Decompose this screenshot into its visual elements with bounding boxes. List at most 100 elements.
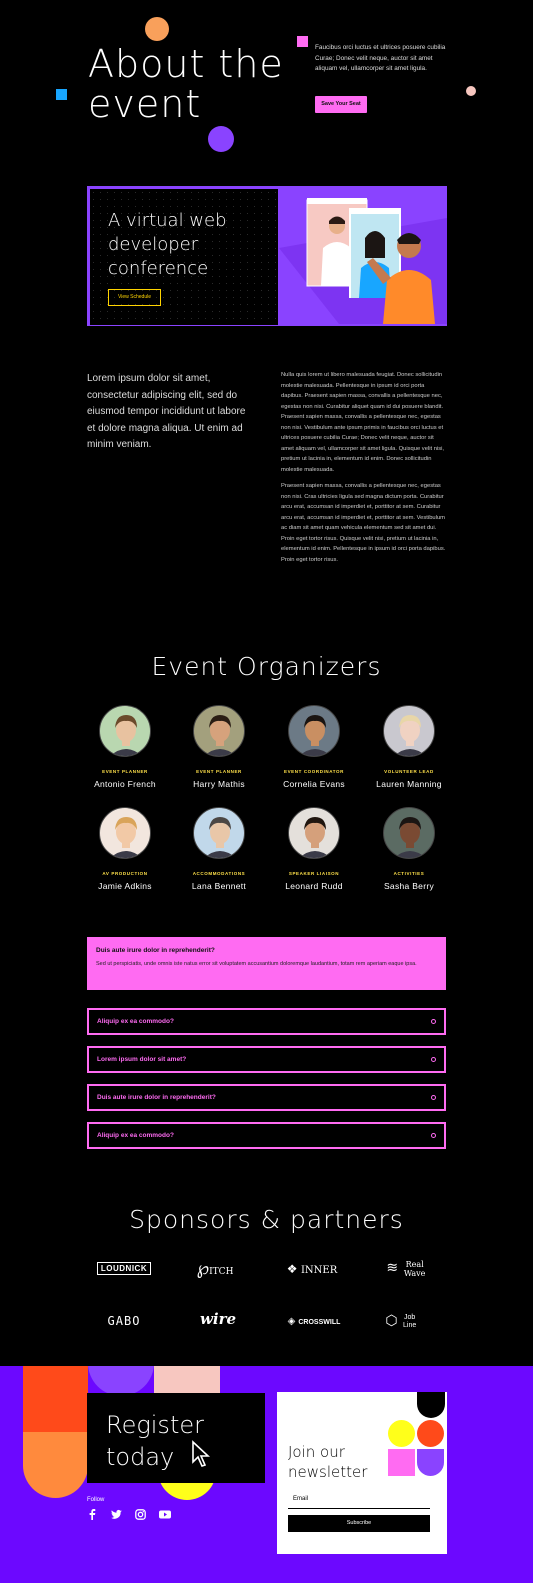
view-schedule-button[interactable]: View Schedule (108, 289, 161, 306)
deco-peach-circle (466, 86, 476, 96)
sponsor-logo-jobline[interactable]: ⬡ Job Line (357, 1312, 447, 1330)
faq-item-open[interactable]: Duis aute irure dolor in reprehenderit? … (87, 937, 446, 990)
faq-item[interactable]: Aliquip ex ea commodo? (87, 1008, 446, 1035)
twitter-icon[interactable] (111, 1509, 122, 1520)
avatar (99, 705, 151, 757)
save-seat-button[interactable]: Save Your Seat (315, 96, 367, 113)
faq-question: Duis aute irure dolor in reprehenderit? (97, 1094, 216, 1101)
crosswill-icon: ◈ (287, 1316, 296, 1327)
organizers-grid: EVENT PLANNER Antonio French EVENT PLANN… (0, 705, 533, 895)
logo-text: ITCH (209, 1267, 234, 1277)
hexagon-icon: ⬡ (385, 1312, 398, 1328)
organizer-card: AV PRODUCTION Jamie Adkins (80, 807, 170, 891)
intro-paragraph-1: Nulla quis lorem ut libero malesuada feu… (281, 372, 445, 473)
avatar (383, 807, 435, 859)
organizer-card: ACCOMMODATIONS Lana Bennett (174, 807, 264, 891)
avatar (193, 705, 245, 757)
faq-toggle-icon[interactable] (431, 1019, 436, 1024)
logo-text: INNER (300, 1265, 338, 1276)
organizer-name: Cornelia Evans (283, 779, 345, 789)
sponsor-logo-wire[interactable]: wire (173, 1310, 263, 1328)
faq-toggle-icon[interactable] (431, 1057, 436, 1062)
sponsors-title: Sponsors & partners (129, 1205, 404, 1234)
deco-orange-circle (145, 17, 169, 41)
logo-text: wire (199, 1310, 237, 1328)
register-title-line2-text: today (106, 1443, 175, 1471)
organizer-name: Lana Bennett (191, 881, 247, 891)
intro-paragraph-2: Praesent sapien massa, convallis a pelle… (281, 483, 446, 563)
organizers-title: Event Organizers (151, 652, 382, 681)
register-title-line2: today (106, 1441, 246, 1473)
sponsor-logo-inner[interactable]: ❖ INNER (267, 1262, 357, 1276)
portrait-illustration (204, 817, 236, 858)
avatar (288, 705, 340, 757)
sponsor-logo-realwave[interactable]: ≋ Real Wave (362, 1260, 452, 1278)
youtube-icon[interactable] (159, 1509, 171, 1520)
organizer-card: ACTIVITIES Sasha Berry (364, 807, 454, 891)
video-call-illustration (279, 198, 447, 324)
register-title-line1: Register (106, 1411, 204, 1439)
portrait-illustration (394, 817, 426, 858)
organizer-card: VOLUNTEER LEAD Lauren Manning (364, 705, 454, 789)
page-title-line2: event (88, 82, 202, 126)
avatar (288, 807, 340, 859)
faq-toggle-icon[interactable] (431, 1095, 436, 1100)
facebook-icon[interactable] (87, 1509, 98, 1520)
instagram-icon[interactable] (135, 1509, 146, 1520)
portrait-illustration (299, 715, 331, 756)
avatar (383, 705, 435, 757)
portrait-illustration (299, 817, 331, 858)
newsletter-title-line2: newsletter (288, 1463, 368, 1481)
register-box[interactable]: Register today (87, 1393, 265, 1483)
organizer-card: SPEAKER LIAISON Leonard Rudd (269, 807, 359, 891)
newsletter-title-line1: Join our (288, 1443, 345, 1461)
faq-toggle-icon[interactable] (431, 1133, 436, 1138)
organizer-role: VOLUNTEER LEAD (384, 769, 434, 774)
sponsor-logo-itch[interactable]: ℘ITCH (170, 1258, 260, 1279)
page-title-line1: About the (88, 42, 284, 86)
deco-blue-square (56, 89, 67, 100)
sponsor-logo-loudnick[interactable]: LOUDNICK (79, 1262, 169, 1275)
organizer-card: EVENT COORDINATOR Cornelia Evans (269, 705, 359, 789)
portrait-illustration (204, 715, 236, 756)
faq-question: Aliquip ex ea commodo? (97, 1132, 174, 1139)
email-label: Email (293, 1496, 309, 1502)
footer-section: Register today Follow Join our newslette… (0, 1366, 533, 1583)
organizer-name: Harry Mathis (193, 779, 245, 789)
faq-question: Aliquip ex ea commodo? (97, 1018, 174, 1025)
sponsor-logo-gabo[interactable]: GABO (79, 1314, 169, 1328)
sponsor-logo-crosswill[interactable]: ◈ CROSSWILL (269, 1315, 359, 1327)
logo-text: CROSSWILL (298, 1319, 341, 1326)
organizer-role: EVENT COORDINATOR (283, 769, 345, 774)
subscribe-button[interactable]: Subscribe (288, 1515, 430, 1532)
deco-pink-square (388, 1449, 415, 1476)
intro-body: Nulla quis lorem ut libero malesuada feu… (281, 370, 446, 565)
faq-item[interactable]: Aliquip ex ea commodo? (87, 1122, 446, 1149)
conference-banner: A virtual web developer conference View … (87, 186, 447, 326)
itch-p-icon: ℘ (196, 1258, 210, 1279)
organizer-name: Sasha Berry (383, 881, 435, 891)
organizer-role: AV PRODUCTION (102, 871, 148, 876)
social-icons (87, 1509, 187, 1525)
deco-purple-shape (88, 1366, 154, 1396)
email-field[interactable] (288, 1503, 430, 1509)
organizer-card: EVENT PLANNER Antonio French (80, 705, 170, 789)
organizer-name: Lauren Manning (376, 779, 442, 789)
portrait-illustration (394, 715, 426, 756)
organizer-name: Jamie Adkins (98, 881, 152, 891)
deco-red-dot (417, 1420, 444, 1447)
faq-item[interactable]: Lorem ipsum dolor sit amet? (87, 1046, 446, 1073)
deco-peach-shape (154, 1366, 220, 1393)
faq-question: Lorem ipsum dolor sit amet? (97, 1056, 187, 1063)
intro-lead-text: Lorem ipsum dolor sit amet, consectetur … (87, 373, 246, 450)
organizer-name: Leonard Rudd (285, 881, 343, 891)
portrait-illustration (110, 817, 142, 858)
organizer-role: ACCOMMODATIONS (192, 871, 246, 876)
diamond-icon: ❖ (286, 1262, 298, 1276)
deco-orange-shape (23, 1432, 88, 1498)
deco-purple-circle (208, 126, 234, 152)
organizer-name: Antonio French (94, 779, 156, 789)
organizer-role: EVENT PLANNER (102, 769, 148, 774)
faq-item[interactable]: Duis aute irure dolor in reprehenderit? (87, 1084, 446, 1111)
faq-question: Duis aute irure dolor in reprehenderit? (96, 947, 215, 954)
